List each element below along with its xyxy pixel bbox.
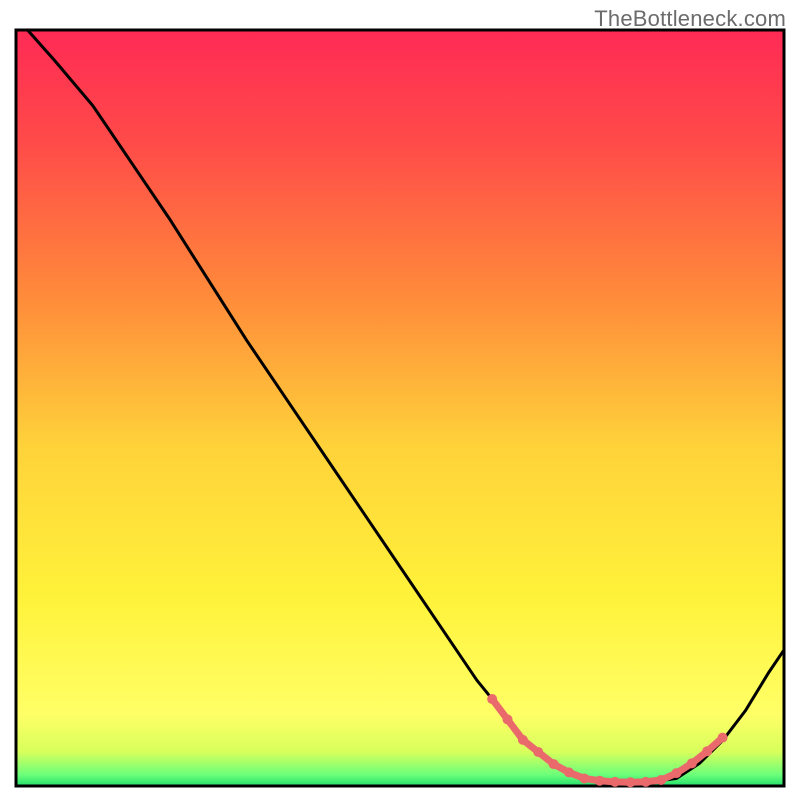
optimal-band-dot bbox=[579, 773, 589, 783]
optimal-band-dot bbox=[702, 746, 712, 756]
optimal-band-dot bbox=[687, 758, 697, 768]
bottleneck-chart bbox=[0, 0, 800, 800]
optimal-band-dot bbox=[503, 714, 513, 724]
optimal-band-dot bbox=[625, 777, 635, 787]
chart-frame: TheBottleneck.com bbox=[0, 0, 800, 800]
optimal-band-dot bbox=[549, 759, 559, 769]
optimal-band-dot bbox=[610, 777, 620, 787]
optimal-band-dot bbox=[641, 777, 651, 787]
optimal-band-dot bbox=[595, 776, 605, 786]
optimal-band-dot bbox=[656, 775, 666, 785]
optimal-band-dot bbox=[518, 735, 528, 745]
optimal-band-dot bbox=[671, 768, 681, 778]
plot-area bbox=[16, 30, 784, 786]
optimal-band-dot bbox=[564, 767, 574, 777]
optimal-band-dot bbox=[533, 747, 543, 757]
optimal-band-dot bbox=[487, 694, 497, 704]
optimal-band-dot bbox=[718, 733, 728, 743]
